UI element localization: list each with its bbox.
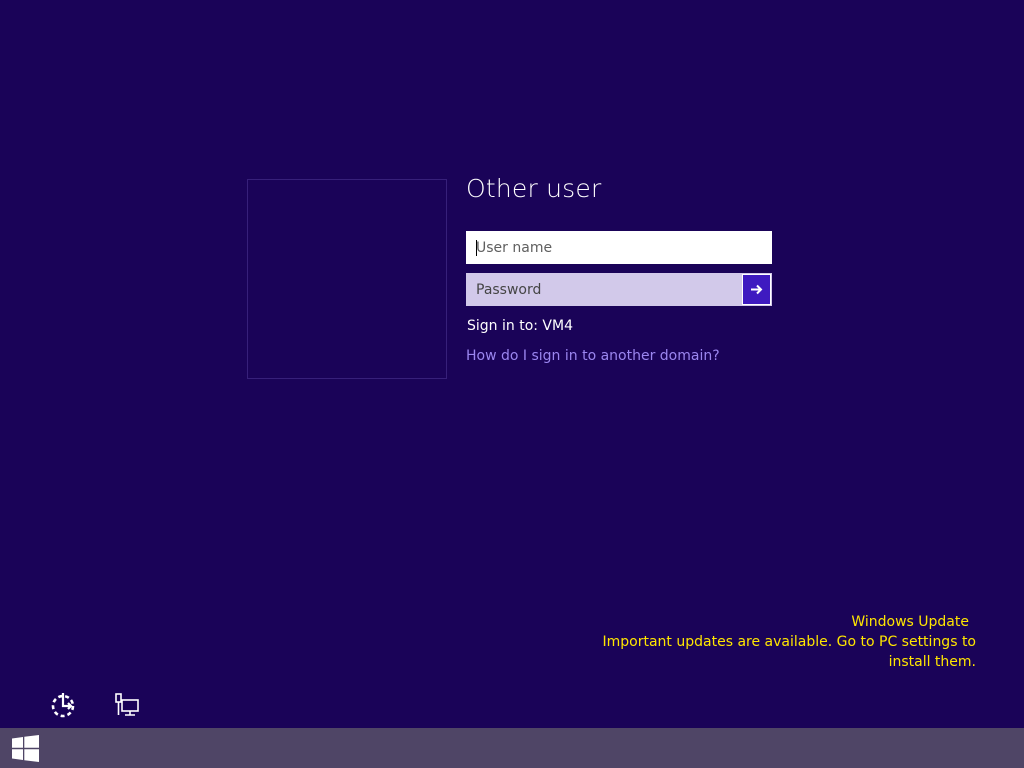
domain-help-link[interactable]: How do I sign in to another domain?: [466, 348, 720, 364]
sign-in-target-label: Sign in to: VM4: [467, 318, 573, 334]
windows-update-notification[interactable]: Windows Update Important updates are ava…: [603, 612, 976, 672]
windows-logo-icon: [12, 735, 39, 762]
notification-title: Windows Update: [851, 614, 969, 630]
notification-line-1: Important updates are available. Go to P…: [602, 634, 976, 650]
start-button[interactable]: [12, 735, 39, 762]
arrow-right-icon: [751, 284, 763, 295]
network-button[interactable]: [113, 691, 141, 719]
ease-of-access-button[interactable]: [49, 691, 77, 719]
username-field-box: [466, 231, 772, 264]
page-title: Other user: [466, 174, 602, 203]
user-avatar-tile: [247, 179, 447, 379]
ease-of-access-icon: [51, 693, 75, 718]
notification-line-2: install them.: [888, 654, 976, 670]
text-caret: [476, 240, 477, 256]
taskbar: [0, 728, 1024, 768]
password-input[interactable]: [467, 274, 742, 305]
username-input[interactable]: [467, 232, 771, 263]
network-icon: [115, 693, 139, 716]
password-field-box: [466, 273, 772, 306]
submit-button[interactable]: [742, 274, 771, 305]
